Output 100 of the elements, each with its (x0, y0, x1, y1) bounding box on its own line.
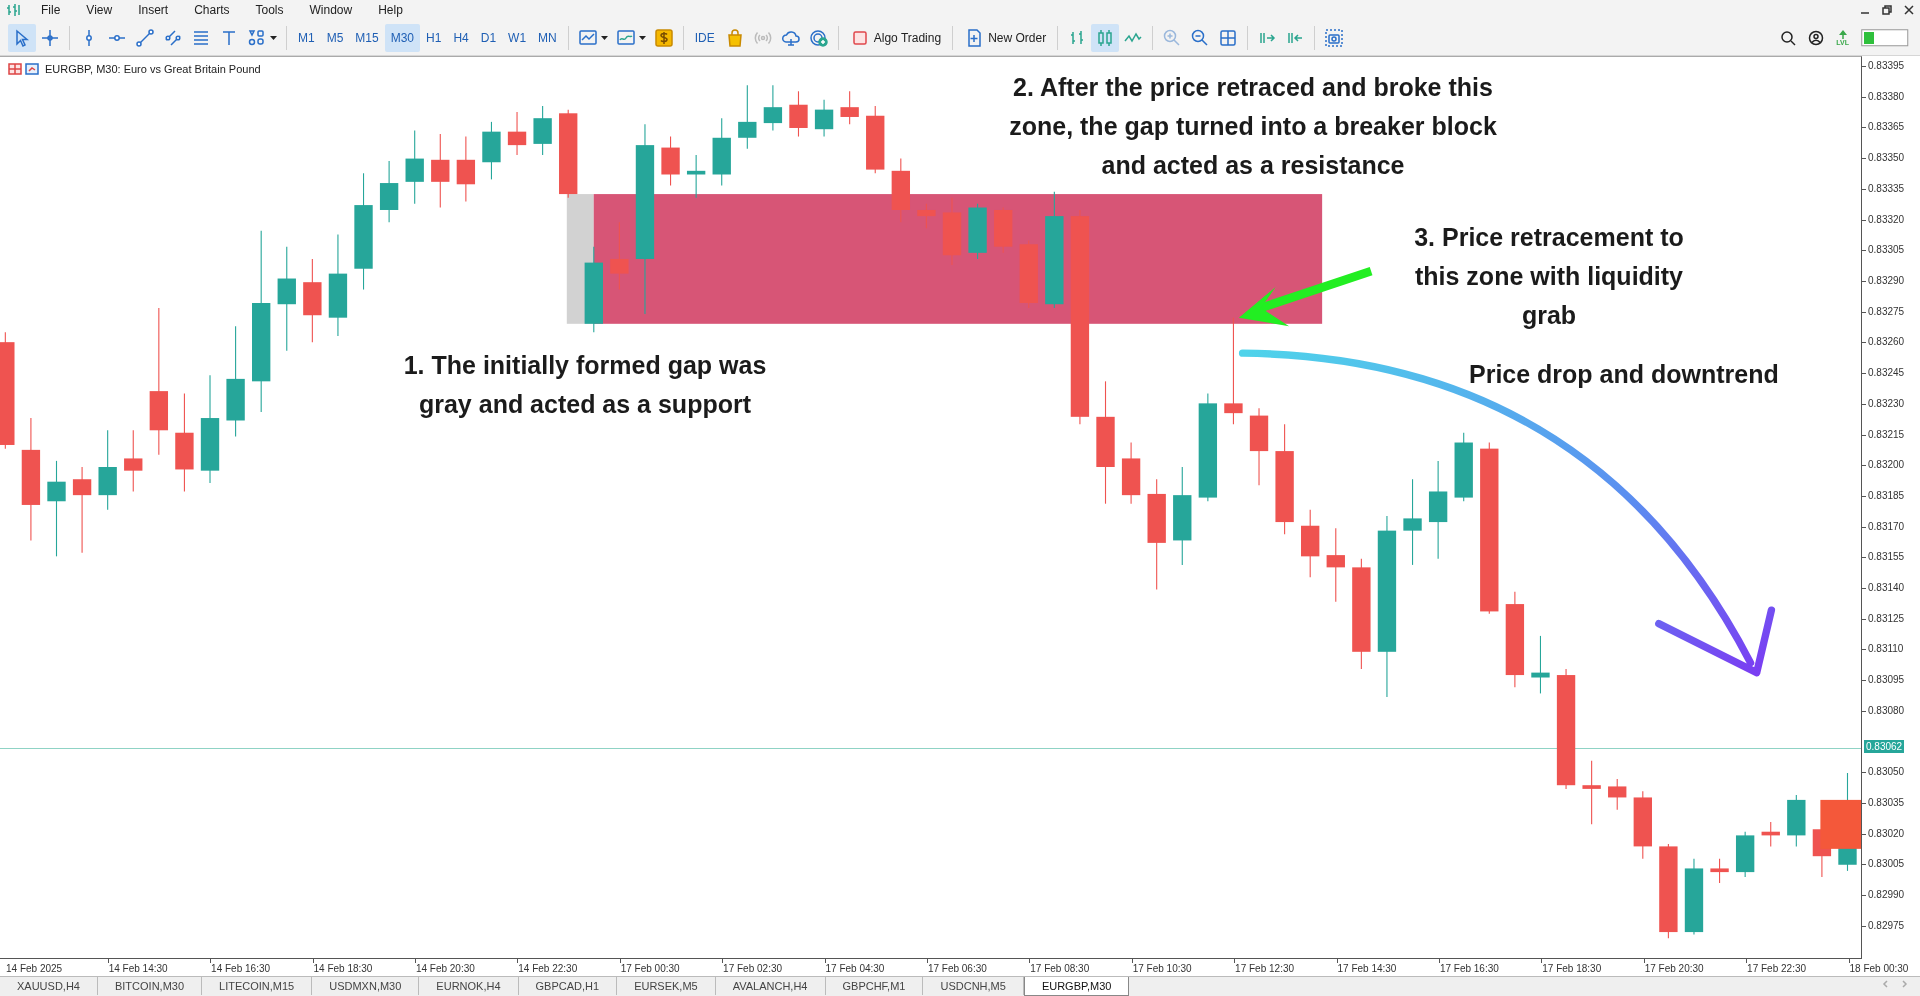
price-label: 0.83080 (1868, 703, 1905, 718)
chart-title: EURGBP, M30: Euro vs Great Britain Pound (45, 62, 261, 77)
menu-item[interactable]: Tools (242, 0, 297, 20)
chart-tab[interactable]: USDMXN,M30 (312, 977, 420, 995)
screenshot-icon[interactable] (1324, 27, 1345, 48)
price-label: 0.82990 (1868, 888, 1905, 903)
price-label: 0.83245 (1868, 366, 1905, 381)
connection-strength-icon[interactable] (1861, 28, 1909, 47)
price-label: 0.83125 (1868, 611, 1905, 626)
timeframe-button[interactable]: M30 (384, 23, 421, 52)
target-icon[interactable] (808, 27, 829, 48)
menu-item[interactable]: Insert (125, 0, 182, 20)
chart-type-button[interactable] (1091, 23, 1120, 52)
shapes-icon[interactable] (247, 27, 267, 48)
candlestick (456, 136, 476, 202)
new-order-button[interactable]: New Order (958, 23, 1053, 52)
menu-item[interactable]: Help (365, 0, 416, 20)
dollar-icon[interactable] (653, 27, 674, 48)
restore-icon[interactable] (1882, 5, 1892, 15)
caret-icon[interactable] (600, 35, 608, 40)
candlestick (686, 154, 706, 199)
price-box (1820, 799, 1861, 849)
candlestick (738, 84, 757, 150)
price-label: 0.83260 (1868, 335, 1905, 350)
chart-tab[interactable]: USDCNH,M5 (923, 977, 1024, 995)
time-label: 17 Feb 08:30 (1030, 962, 1090, 976)
price-label: 0.83110 (1868, 642, 1904, 657)
time-label: 17 Feb 14:30 (1337, 962, 1397, 976)
candlestick (1121, 441, 1141, 505)
chart-tab[interactable]: GBPCAD,H1 (518, 977, 618, 995)
price-label: 0.83170 (1868, 519, 1905, 534)
candlestick (661, 136, 680, 187)
ide-button[interactable]: IDE (688, 23, 721, 52)
time-label: 17 Feb 10:30 (1132, 962, 1192, 976)
grid-icon[interactable] (1218, 27, 1239, 48)
candlestick (1582, 760, 1601, 825)
chart-window-icon[interactable] (25, 62, 39, 77)
timeframe-button[interactable]: M1 (292, 23, 321, 52)
price-label: 0.83185 (1868, 488, 1905, 503)
candlestick (1531, 635, 1550, 694)
chart-tab[interactable]: AVALANCH,H4 (715, 977, 826, 995)
menu-item[interactable]: Charts (181, 0, 243, 20)
menu-item[interactable]: Window (296, 0, 366, 20)
time-label: 17 Feb 02:30 (723, 962, 783, 976)
chart-tab[interactable]: GBPCHF,M1 (825, 977, 924, 995)
price-label: 0.82975 (1868, 918, 1905, 933)
price-label: 0.83155 (1868, 550, 1905, 565)
timeframe-button[interactable]: M5 (320, 23, 350, 52)
signal-level-icon[interactable] (1837, 28, 1848, 39)
candlestick (1301, 509, 1320, 578)
time-label: 17 Feb 06:30 (927, 962, 987, 976)
chart-tab[interactable]: EURNOK,H4 (419, 977, 519, 995)
user-icon[interactable] (1808, 29, 1825, 46)
timeframe-button[interactable]: H1 (420, 23, 448, 52)
candlestick (1787, 794, 1806, 847)
timeframe-button[interactable]: M15 (349, 23, 385, 52)
time-label: 17 Feb 22:30 (1747, 962, 1807, 976)
timeframe-button[interactable]: W1 (502, 23, 533, 52)
price-label: 0.83305 (1868, 243, 1905, 258)
menu-item[interactable]: File (28, 0, 74, 20)
channel-icon[interactable] (163, 27, 183, 48)
time-label: 14 Feb 14:30 (108, 962, 168, 976)
chart-tab[interactable]: LITECOIN,M15 (202, 977, 313, 995)
price-label: 0.83230 (1868, 396, 1905, 411)
candlestick (1454, 432, 1473, 502)
scroll-left-icon[interactable] (1882, 980, 1889, 988)
price-label: 0.83035 (1868, 796, 1905, 811)
timeframe-button[interactable]: D1 (474, 23, 503, 52)
scroll-right-icon[interactable] (1901, 980, 1908, 988)
time-label: 17 Feb 16:30 (1439, 962, 1499, 976)
algo-trading-button[interactable]: Algo Trading (843, 23, 948, 52)
price-label: 0.83005 (1868, 857, 1905, 872)
candlestick (507, 111, 527, 156)
caret-icon[interactable] (270, 35, 277, 40)
search-icon[interactable] (1780, 29, 1797, 46)
candlestick (866, 105, 885, 174)
trend-line-icon[interactable] (135, 27, 155, 48)
candlestick (610, 221, 629, 291)
chart-tab[interactable]: XAUUSD,H4 (0, 977, 98, 995)
candlestick (1761, 821, 1780, 847)
chart-tab[interactable]: EURSEK,M5 (617, 977, 716, 995)
timeframe-button[interactable]: MN (532, 23, 563, 52)
price-label: 0.83200 (1868, 458, 1905, 473)
time-label: 14 Feb 18:30 (313, 962, 373, 976)
chart-tab[interactable]: BITCOIN,M30 (97, 977, 203, 995)
close-icon[interactable] (1904, 5, 1914, 15)
candlestick (1735, 831, 1755, 878)
timeframe-button[interactable]: H4 (447, 23, 475, 52)
candlestick (968, 203, 987, 260)
chart-tab[interactable]: EURGBP,M30 (1023, 977, 1130, 996)
indicator-icon[interactable] (577, 27, 598, 48)
caret-icon[interactable] (638, 35, 646, 40)
candlestick (533, 105, 552, 156)
price-label: 0.83215 (1868, 427, 1905, 442)
candlestick (789, 90, 808, 138)
candlestick (1633, 790, 1652, 860)
chart-grid-icon[interactable] (8, 62, 22, 77)
annotation-text: 3. Price retracement to this zone with liquidity grab (1414, 222, 1684, 331)
menu-item[interactable]: View (73, 0, 126, 20)
time-label: 14 Feb 20:30 (415, 962, 475, 976)
